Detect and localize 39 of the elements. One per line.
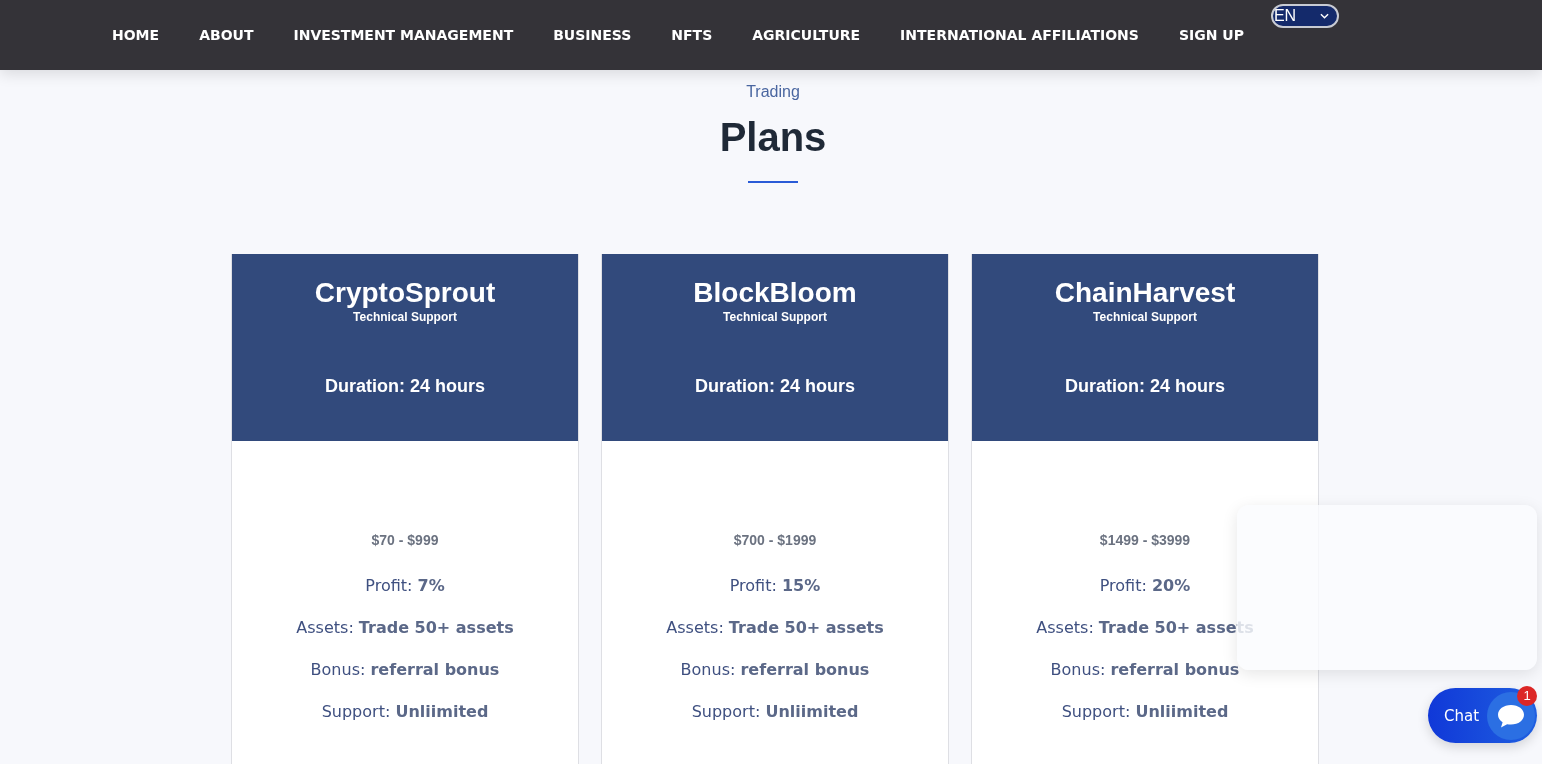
plan-duration: Duration: 24 hours	[324, 375, 486, 397]
plan-feature: Profit: 20%	[1099, 575, 1191, 597]
plan-subtitle: Technical Support	[352, 310, 458, 324]
nav-link[interactable]: NFTS	[671, 27, 713, 43]
section-eyebrow: Trading	[746, 82, 800, 102]
plan-feature: Bonus: referral bonus	[310, 659, 500, 681]
nav-link[interactable]: SIGN UP	[1178, 27, 1244, 43]
caret-icon	[1319, 13, 1329, 19]
plan-feature: Bonus: referral bonus	[1050, 659, 1240, 681]
plan-duration: Duration: 24 hours	[694, 375, 856, 397]
plan-feature: Support: Unliimited	[1061, 701, 1229, 723]
plan-feature: Profit: 7%	[365, 575, 445, 597]
price-range: $1499 - $3999	[1099, 531, 1191, 550]
speech-bubble-icon	[1487, 691, 1536, 740]
notification-badge: 1	[1517, 686, 1537, 706]
plan-feature: Support: Unliimited	[691, 701, 859, 723]
plan-feature: Assets: Trade 50+ assets	[666, 617, 884, 639]
plan-name: CryptoSprout	[313, 276, 497, 310]
nav-link[interactable]: HOME	[112, 27, 160, 43]
title-underline	[748, 181, 798, 183]
plan-duration: Duration: 24 hours	[1064, 375, 1226, 397]
plan-feature: Support: Unliimited	[321, 701, 489, 723]
plan-feature: Bonus: referral bonus	[680, 659, 870, 681]
chat-button[interactable]: Chat 1	[1428, 688, 1537, 743]
nav-link[interactable]: AGRICULTURE	[752, 27, 861, 43]
language-select[interactable]: EN	[1270, 4, 1339, 28]
nav-link[interactable]: BUSINESS	[553, 27, 632, 43]
plan-feature: Profit: 15%	[729, 575, 821, 597]
price-range: $70 - $999	[371, 531, 439, 550]
plan-feature: Assets: Trade 50+ assets	[296, 617, 514, 639]
section-title: Plans	[719, 114, 827, 161]
plan-subtitle: Technical Support	[1092, 310, 1198, 324]
nav-link[interactable]: INTERNATIONAL AFFILIATIONS	[900, 27, 1139, 43]
price-range: $700 - $1999	[733, 531, 817, 550]
nav-link[interactable]: ABOUT	[199, 27, 254, 43]
plan-name: ChainHarvest	[1053, 276, 1237, 310]
nav-link[interactable]: INVESTMENT MANAGEMENT	[293, 27, 514, 43]
plan-subtitle: Technical Support	[722, 310, 828, 324]
plan-name: BlockBloom	[692, 276, 858, 310]
